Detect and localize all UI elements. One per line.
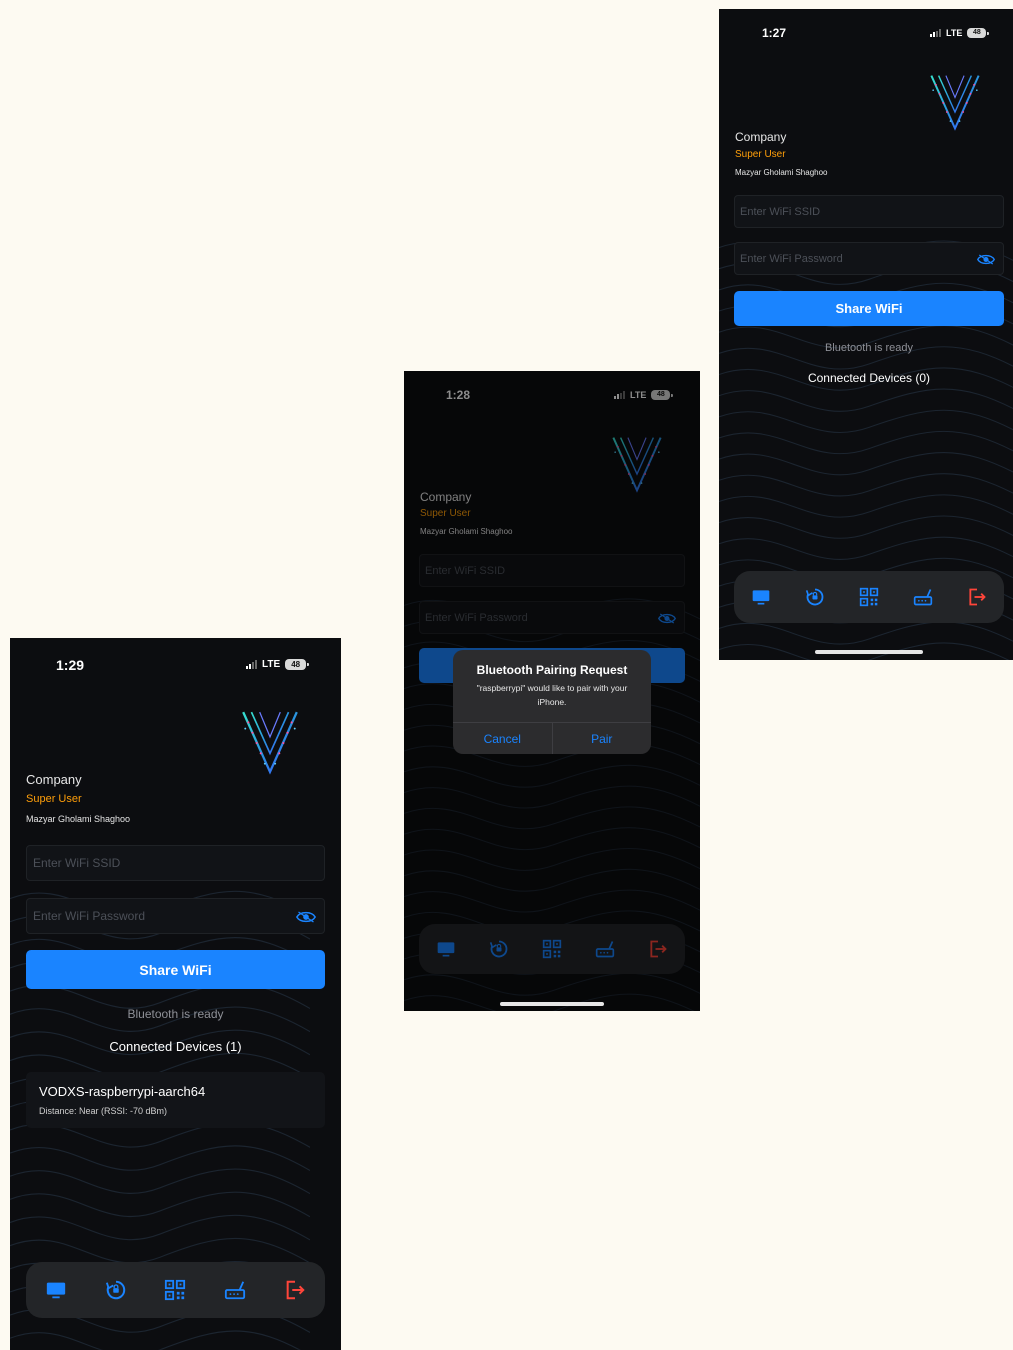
battery-icon: 48 bbox=[285, 659, 310, 670]
sync-icon bbox=[805, 587, 825, 607]
dialog-title: Bluetooth Pairing Request bbox=[476, 663, 628, 677]
company-label: Company bbox=[26, 772, 82, 787]
cancel-button[interactable]: Cancel bbox=[453, 723, 552, 754]
role-label: Super User bbox=[735, 149, 786, 160]
dialog-actions: Cancel Pair bbox=[453, 722, 651, 754]
role-label: Super User bbox=[26, 793, 82, 805]
monitor-icon bbox=[751, 587, 771, 607]
share-wifi-button[interactable]: Share WiFi bbox=[734, 291, 1004, 326]
logo-v-icon bbox=[927, 72, 983, 132]
password-input[interactable] bbox=[33, 909, 324, 923]
tab-sync[interactable] bbox=[805, 587, 825, 607]
password-field[interactable] bbox=[26, 898, 325, 934]
signal-icon bbox=[246, 660, 257, 669]
status-bar-right: LTE 48 bbox=[246, 659, 310, 670]
connected-devices-title: Connected Devices (1) bbox=[109, 1039, 242, 1054]
router-icon bbox=[224, 1279, 246, 1301]
bottom-tab-bar bbox=[26, 1262, 325, 1318]
status-time: 1:27 bbox=[762, 26, 787, 40]
tab-monitor[interactable] bbox=[751, 587, 771, 607]
phone-screen-connected: 1:29 LTE 48 Company Super User Mazyar Gh… bbox=[10, 638, 341, 1350]
company-label: Company bbox=[735, 130, 787, 144]
share-wifi-button[interactable]: Share WiFi bbox=[26, 950, 325, 989]
password-input[interactable] bbox=[740, 252, 1003, 265]
router-icon bbox=[913, 587, 933, 607]
tab-router[interactable] bbox=[913, 587, 933, 607]
tab-sync[interactable] bbox=[105, 1279, 127, 1301]
tab-router[interactable] bbox=[224, 1279, 246, 1301]
home-indicator bbox=[500, 1002, 604, 1006]
connected-devices-title: Connected Devices (0) bbox=[807, 371, 931, 385]
eye-icon[interactable] bbox=[977, 253, 995, 266]
ssid-input[interactable] bbox=[740, 205, 1003, 218]
bluetooth-status: Bluetooth is ready bbox=[127, 1007, 224, 1021]
dialog-message: "raspberrypi" would like to pair with yo… bbox=[476, 683, 628, 707]
signal-icon bbox=[930, 29, 941, 37]
network-type: LTE bbox=[262, 659, 281, 670]
tab-logout[interactable] bbox=[967, 587, 987, 607]
logo-v-icon bbox=[239, 708, 301, 776]
phone-screen-pairing: 1:28 LTE 48 Company Super User Mazyar Gh… bbox=[404, 371, 700, 1011]
monitor-icon bbox=[45, 1279, 67, 1301]
device-list-item[interactable]: VODXS-raspberrypi-aarch64 Distance: Near… bbox=[26, 1072, 325, 1128]
device-distance: Distance: Near (RSSI: -70 dBm) bbox=[39, 1106, 168, 1116]
bluetooth-status: Bluetooth is ready bbox=[824, 342, 914, 354]
network-type: LTE bbox=[946, 28, 963, 38]
pair-button[interactable]: Pair bbox=[551, 723, 652, 754]
logout-icon bbox=[967, 587, 987, 607]
qr-code-icon bbox=[859, 587, 879, 607]
phone-screen-idle: 1:27 LTE 48 Company Super User Mazyar Gh… bbox=[719, 9, 1013, 660]
tab-qr-code[interactable] bbox=[164, 1279, 186, 1301]
status-time: 1:29 bbox=[56, 657, 85, 673]
user-name: Mazyar Gholami Shaghoo bbox=[26, 814, 131, 824]
status-bar-right: LTE 48 bbox=[930, 28, 990, 38]
eye-icon[interactable] bbox=[296, 910, 316, 924]
logout-icon bbox=[284, 1279, 306, 1301]
ssid-field[interactable] bbox=[734, 195, 1004, 228]
ssid-input[interactable] bbox=[33, 856, 324, 870]
tab-logout[interactable] bbox=[284, 1279, 306, 1301]
bottom-tab-bar bbox=[734, 571, 1004, 623]
device-name: VODXS-raspberrypi-aarch64 bbox=[39, 1084, 206, 1099]
tab-qr-code[interactable] bbox=[859, 587, 879, 607]
user-name: Mazyar Gholami Shaghoo bbox=[735, 168, 828, 177]
sync-icon bbox=[105, 1279, 127, 1301]
password-field[interactable] bbox=[734, 242, 1004, 275]
pairing-dialog: Bluetooth Pairing Request "raspberrypi" … bbox=[453, 650, 651, 754]
qr-code-icon bbox=[164, 1279, 186, 1301]
ssid-field[interactable] bbox=[26, 845, 325, 881]
tab-monitor[interactable] bbox=[45, 1279, 67, 1301]
battery-icon: 48 bbox=[967, 28, 990, 38]
home-indicator bbox=[815, 650, 923, 654]
